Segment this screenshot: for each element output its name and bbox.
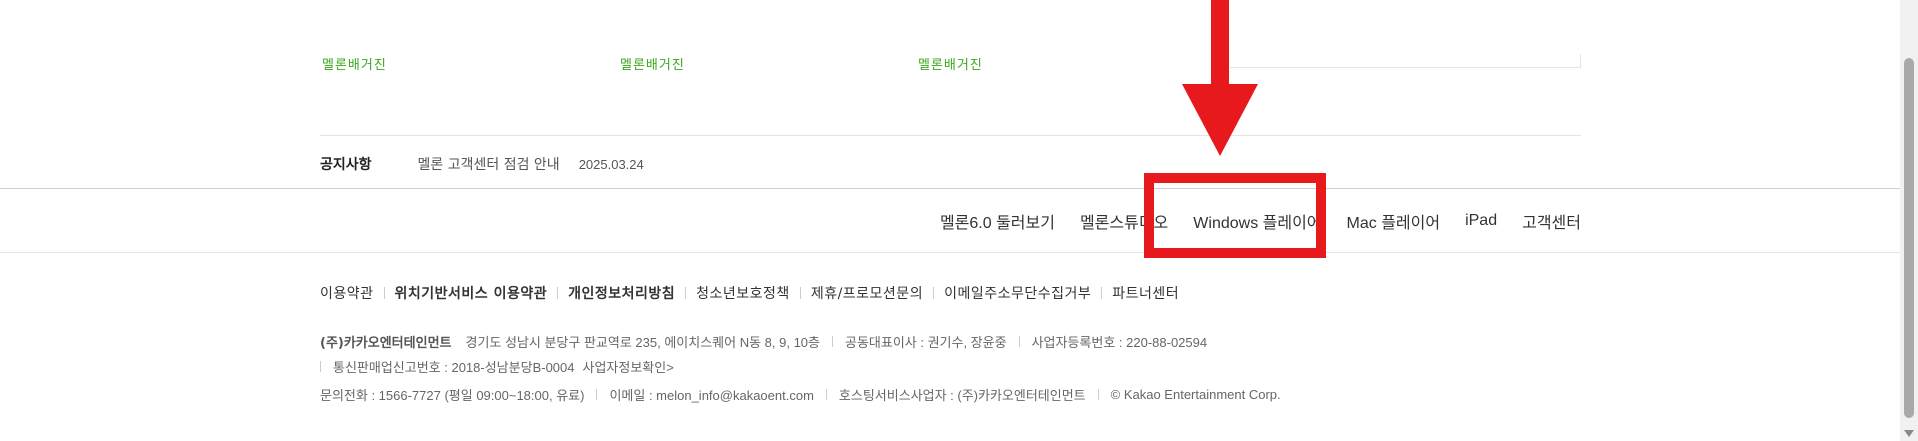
mail-order-no: 통신판매업신고번호 : 2018-성남분당B-0004 [333, 360, 575, 375]
policy-privacy[interactable]: 개인정보처리방침 [568, 283, 675, 303]
policy-location-terms[interactable]: 위치기반서비스 이용약관 [395, 283, 548, 303]
notice-title: 공지사항 [320, 157, 372, 173]
separator [825, 389, 827, 400]
policy-partnership[interactable]: 제휴/프로모션문의 [811, 283, 923, 303]
divider [0, 252, 1900, 253]
content-box-border [1580, 54, 1581, 68]
company-info-line-2: 통신판매업신고번호 : 2018-성남분당B-0004 사업자정보확인> [320, 357, 674, 376]
annotation-arrow-head-icon [1182, 84, 1258, 156]
company-biz-no: 사업자등록번호 : 220-88-02594 [1031, 335, 1208, 350]
annotation-arrow-icon [1211, 0, 1229, 88]
scroll-down-arrow-icon[interactable] [1904, 430, 1914, 437]
contact-email: 이메일 : melon_info@kakaoent.com [609, 388, 814, 403]
company-info-line-3: 문의전화 : 1566-7727 (평일 09:00~18:00, 유료) 이메… [320, 385, 1281, 404]
separator [557, 287, 559, 299]
policy-links: 이용약관 위치기반서비스 이용약관 개인정보처리방침 청소년보호정책 제휴/프로… [320, 283, 1179, 303]
separator [831, 336, 833, 347]
separator [1018, 336, 1020, 347]
copyright: © Kakao Entertainment Corp. [1110, 387, 1281, 402]
separator [320, 361, 321, 372]
notice-bar: 공지사항 멜론 고객센터 점검 안내 2025.03.24 [320, 154, 644, 174]
notice-link[interactable]: 멜론 고객센터 점검 안내 [418, 154, 560, 174]
policy-partner-center[interactable]: 파트너센터 [1112, 283, 1179, 303]
notice-date: 2025.03.24 [578, 156, 644, 172]
separator [933, 287, 935, 299]
menu-ipad[interactable]: iPad [1465, 212, 1497, 230]
hosting-provider: 호스팅서비스사업자 : (주)카카오엔터테인먼트 [838, 388, 1086, 403]
vertical-scrollbar[interactable] [1900, 0, 1918, 441]
annotation-highlight-box [1144, 173, 1326, 258]
separator [1101, 287, 1103, 299]
biz-info-link[interactable]: 사업자정보확인> [583, 357, 674, 376]
menu-mac-player[interactable]: Mac 플레이어 [1347, 209, 1441, 233]
top-link[interactable]: 멜론배거진 [918, 54, 983, 73]
company-name: (주)카카오엔터테인먼트 [320, 336, 452, 351]
divider [0, 188, 1900, 189]
top-link[interactable]: 멜론배거진 [620, 54, 685, 73]
separator [596, 389, 598, 400]
policy-youth[interactable]: 청소년보호정책 [696, 283, 790, 303]
top-link[interactable]: 멜론배거진 [322, 54, 387, 73]
separator [685, 287, 687, 299]
policy-terms[interactable]: 이용약관 [320, 283, 374, 303]
company-ceo: 공동대표이사 : 권기수, 장윤중 [844, 335, 1007, 350]
top-link-row: 멜론배거진 멜론배거진 멜론배거진 [0, 54, 1900, 74]
contact-phone: 문의전화 : 1566-7727 (평일 09:00~18:00, 유료) [320, 388, 585, 403]
separator [1097, 389, 1099, 400]
menu-customer-center[interactable]: 고객센터 [1522, 209, 1581, 233]
company-info-line-1: (주)카카오엔터테인먼트 경기도 성남시 분당구 판교역로 235, 에이치스퀘… [320, 332, 1207, 351]
separator [799, 287, 801, 299]
content-box-border [1230, 67, 1580, 68]
policy-email-refusal[interactable]: 이메일주소무단수집거부 [944, 283, 1091, 303]
divider [320, 135, 1581, 136]
separator [383, 287, 385, 299]
menu-melon-tour[interactable]: 멜론6.0 둘러보기 [940, 209, 1055, 233]
scrollbar-thumb[interactable] [1904, 58, 1914, 418]
company-address: 경기도 성남시 분당구 판교역로 235, 에이치스퀘어 N동 8, 9, 10… [465, 335, 820, 350]
